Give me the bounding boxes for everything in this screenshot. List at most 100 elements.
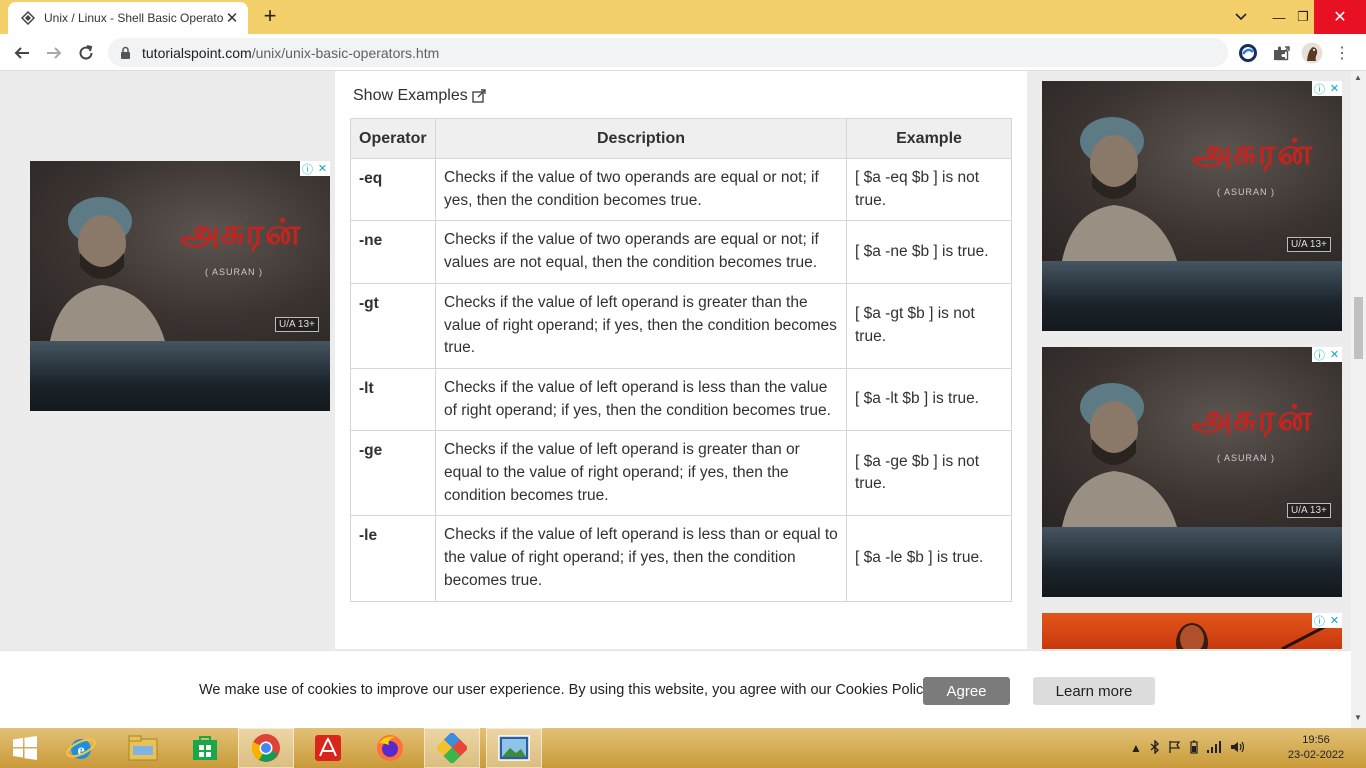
internet-explorer-icon[interactable]: e	[53, 728, 109, 768]
profile-avatar[interactable]	[1300, 41, 1324, 65]
asuran-ad-right-top[interactable]: அசுரன் ( ASURAN ) U/A 13+ ⓘ ✕	[1042, 81, 1342, 331]
description-cell: Checks if the value of two operands are …	[435, 157, 847, 222]
tab-title: Unix / Linux - Shell Basic Operato	[44, 11, 224, 25]
ad-bottom-panel	[30, 341, 330, 411]
forward-arrow-icon[interactable]	[41, 40, 67, 66]
table-row: -lt Checks if the value of left operand …	[350, 367, 1012, 432]
cookie-message: We make use of cookies to improve our us…	[199, 682, 934, 698]
browser-tab[interactable]: Unix / Linux - Shell Basic Operato ✕	[8, 2, 248, 34]
adchoices-info-icon[interactable]: ⓘ	[1312, 347, 1327, 362]
example-cell: [ $a -le $b ] is true.	[846, 515, 1012, 602]
man-portrait-icon	[50, 197, 165, 341]
operator-cell: -ne	[350, 220, 436, 284]
operator-cell: -le	[350, 515, 436, 602]
poster-title: அசுரன்	[1192, 397, 1313, 439]
ad-bottom-panel	[1042, 527, 1342, 597]
show-hidden-icons-icon[interactable]: ▲	[1130, 741, 1142, 755]
page-scrollbar[interactable]: ▲ ▼	[1351, 71, 1366, 728]
adchoices[interactable]: ⓘ ✕	[1312, 613, 1342, 628]
asuran-ad-right-middle[interactable]: அசுரன் ( ASURAN ) U/A 13+ ⓘ ✕	[1042, 347, 1342, 597]
operator-cell: -lt	[350, 367, 436, 432]
table-row: -eq Checks if the value of two operands …	[350, 157, 1012, 222]
new-tab-icon[interactable]: +	[258, 4, 282, 28]
scroll-thumb[interactable]	[1354, 297, 1363, 359]
description-cell: Checks if the value of left operand is l…	[435, 367, 847, 432]
battery-icon[interactable]	[1190, 740, 1198, 757]
description-cell: Checks if the value of two operands are …	[435, 220, 847, 284]
operator-cell: -gt	[350, 282, 436, 369]
show-examples-label: Show Examples	[353, 87, 468, 104]
table-row: -gt Checks if the value of left operand …	[350, 282, 1012, 369]
adchoices-info-icon[interactable]: ⓘ	[1312, 613, 1327, 628]
asuran-ad-left[interactable]: அசுரன் ( ASURAN ) U/A 13+ ⓘ ✕	[30, 161, 330, 411]
tab-strip: Unix / Linux - Shell Basic Operato ✕ + —…	[0, 0, 1366, 34]
taskbar-clock[interactable]: 19:56 23-02-2022	[1284, 733, 1348, 763]
window-close-icon[interactable]: ✕	[1314, 0, 1366, 34]
url-host: tutorialspoint.com	[142, 44, 252, 61]
external-link-icon	[472, 89, 486, 103]
reload-icon[interactable]	[73, 40, 99, 66]
action-center-flag-icon[interactable]	[1168, 740, 1182, 757]
learn-more-button[interactable]: Learn more	[1033, 677, 1155, 705]
lock-icon[interactable]	[120, 46, 134, 60]
page-viewport: அசுரன் ( ASURAN ) U/A 13+ ⓘ ✕ Show Examp…	[0, 71, 1351, 649]
windows-start-icon[interactable]	[0, 728, 50, 768]
ad-close-icon[interactable]: ✕	[1327, 613, 1342, 628]
adchoices-info-icon[interactable]: ⓘ	[300, 161, 315, 176]
extensions-puzzle-icon[interactable]	[1268, 41, 1292, 65]
table-header-row: Operator Description Example	[350, 118, 1012, 159]
paint-icon[interactable]	[424, 728, 480, 768]
chrome-icon[interactable]	[238, 728, 294, 768]
poster-title: அசுரன்	[1192, 131, 1313, 173]
table-row: -le Checks if the value of left operand …	[350, 515, 1012, 602]
example-cell: [ $a -lt $b ] is true.	[846, 367, 1012, 432]
description-cell: Checks if the value of left operand is g…	[435, 282, 847, 369]
scroll-up-arrow-icon[interactable]: ▲	[1354, 73, 1362, 82]
cookie-banner: We make use of cookies to improve our us…	[0, 650, 1351, 728]
ad-close-icon[interactable]: ✕	[315, 161, 330, 176]
ad-figure-icon	[1176, 621, 1333, 649]
show-examples-link[interactable]: Show Examples	[353, 87, 486, 105]
volume-speaker-icon[interactable]	[1230, 740, 1246, 757]
back-arrow-icon[interactable]	[9, 40, 35, 66]
man-portrait-icon	[1062, 117, 1177, 261]
rating-badge: U/A 13+	[275, 317, 319, 332]
url-path: /unix/unix-basic-operators.htm	[251, 44, 440, 61]
ad-close-icon[interactable]: ✕	[1327, 347, 1342, 362]
rating-badge: U/A 13+	[1287, 503, 1331, 518]
operators-table: Operator Description Example -eq Checks …	[350, 118, 1012, 602]
poster-subtitle: ( ASURAN )	[1217, 187, 1276, 197]
browser-toolbar: tutorialspoint.com/unix/unix-basic-opera…	[0, 34, 1366, 71]
bluetooth-icon[interactable]	[1150, 738, 1160, 757]
header-example: Example	[846, 118, 1012, 159]
adchoices-info-icon[interactable]: ⓘ	[1312, 81, 1327, 96]
svg-text:e: e	[77, 742, 84, 759]
description-cell: Checks if the value of left operand is g…	[435, 430, 847, 517]
adchoices[interactable]: ⓘ ✕	[1312, 347, 1342, 362]
store-icon[interactable]	[177, 728, 233, 768]
scroll-down-arrow-icon[interactable]: ▼	[1354, 713, 1362, 722]
poster-title: அசுரன்	[180, 211, 301, 253]
signal-bars-icon[interactable]	[1206, 740, 1222, 756]
chrome-menu-icon[interactable]: ⋮	[1330, 41, 1354, 65]
adchoices[interactable]: ⓘ ✕	[300, 161, 330, 176]
address-bar[interactable]: tutorialspoint.com/unix/unix-basic-opera…	[108, 38, 1323, 67]
agree-button[interactable]: Agree	[923, 677, 1010, 705]
adchoices[interactable]: ⓘ ✕	[1312, 81, 1342, 96]
acrobat-icon[interactable]	[300, 728, 356, 768]
operator-cell: -eq	[350, 157, 436, 222]
ad-close-icon[interactable]: ✕	[1327, 81, 1342, 96]
firefox-icon[interactable]	[362, 728, 418, 768]
file-explorer-icon[interactable]	[115, 728, 171, 768]
ad-bottom-panel	[1042, 261, 1342, 331]
man-portrait-icon	[1062, 383, 1177, 527]
example-cell: [ $a -gt $b ] is not true.	[846, 282, 1012, 369]
tab-close-icon[interactable]: ✕	[224, 9, 240, 27]
photos-icon[interactable]	[486, 728, 542, 768]
orange-ad-right-bottom[interactable]: ⓘ ✕	[1042, 613, 1342, 649]
table-row: -ge Checks if the value of left operand …	[350, 430, 1012, 517]
header-description: Description	[435, 118, 847, 159]
extension-globe-icon[interactable]	[1236, 41, 1260, 65]
table-row: -ne Checks if the value of two operands …	[350, 220, 1012, 284]
clock-time: 19:56	[1302, 734, 1330, 746]
